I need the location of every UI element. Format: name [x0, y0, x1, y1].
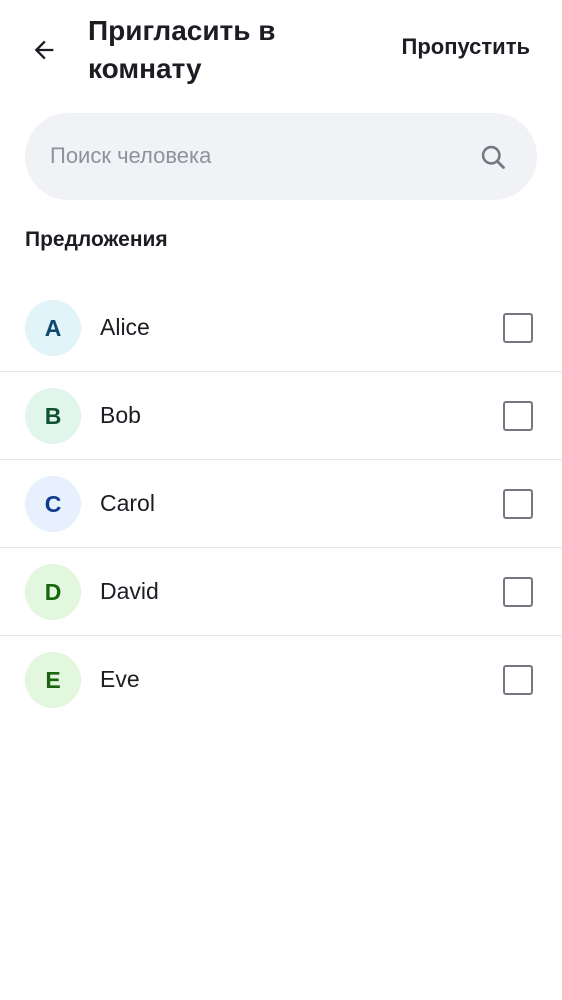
select-checkbox[interactable]: [503, 489, 533, 519]
skip-button[interactable]: Пропустить: [402, 34, 531, 60]
user-name: Carol: [100, 490, 155, 516]
search-input[interactable]: [50, 135, 470, 177]
suggestions-heading: Предложения: [25, 228, 168, 251]
list-item[interactable]: A Alice: [0, 284, 562, 372]
search-bar[interactable]: [25, 113, 537, 200]
suggestions-list: A Alice B Bob C Carol D David E Eve: [0, 284, 562, 724]
list-item[interactable]: B Bob: [0, 372, 562, 460]
select-checkbox[interactable]: [503, 665, 533, 695]
avatar: A: [25, 300, 81, 356]
select-checkbox[interactable]: [503, 577, 533, 607]
avatar: E: [25, 652, 81, 708]
user-name: Alice: [100, 314, 150, 340]
arrow-left-icon: [34, 40, 54, 60]
invite-screen: Пригласить в комнату Пропустить Предложе…: [0, 0, 562, 1000]
list-item[interactable]: D David: [0, 548, 562, 636]
user-name: Bob: [100, 402, 141, 428]
avatar: B: [25, 388, 81, 444]
list-item[interactable]: C Carol: [0, 460, 562, 548]
avatar: C: [25, 476, 81, 532]
search-icon[interactable]: [479, 143, 507, 171]
select-checkbox[interactable]: [503, 401, 533, 431]
back-button[interactable]: [22, 28, 66, 72]
select-checkbox[interactable]: [503, 313, 533, 343]
list-item[interactable]: E Eve: [0, 636, 562, 724]
avatar: D: [25, 564, 81, 620]
page-title: Пригласить в комнату: [88, 15, 276, 84]
user-name: David: [100, 578, 159, 604]
user-name: Eve: [100, 666, 140, 692]
